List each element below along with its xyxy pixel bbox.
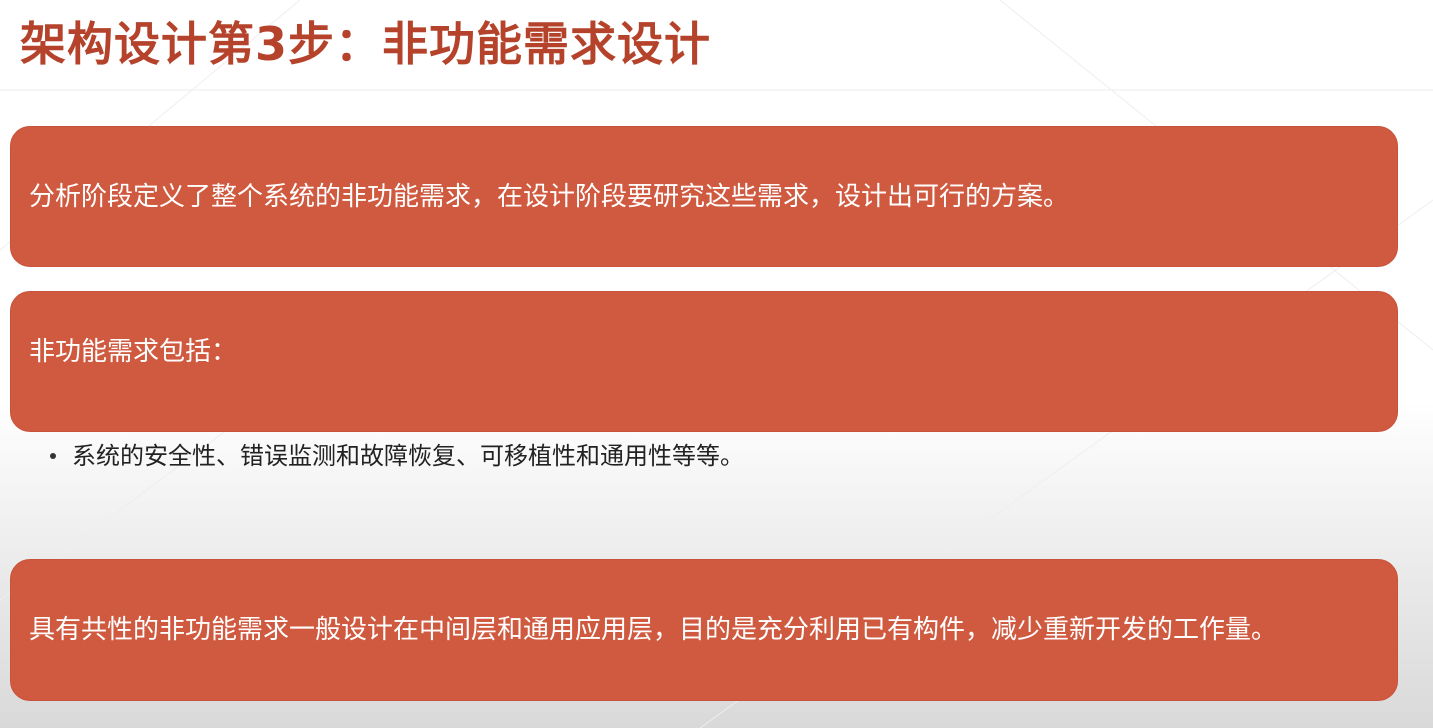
description-text: 分析阶段定义了整个系统的非功能需求，在设计阶段要研究这些需求，设计出可行的方案。 — [29, 181, 1070, 212]
slide-title: 架构设计第3步：非功能需求设计 — [20, 17, 712, 71]
design-note-text: 具有共性的非功能需求一般设计在中间层和通用应用层，目的是充分利用已有构件，减少重… — [29, 615, 1278, 645]
bullet-icon — [50, 453, 56, 459]
requirements-bullet-item: 系统的安全性、错误监测和故障恢复、可移植性和通用性等等。 — [50, 438, 744, 474]
requirements-bullet-text: 系统的安全性、错误监测和故障恢复、可移植性和通用性等等。 — [72, 442, 744, 470]
requirements-header-box: 非功能需求包括： — [10, 291, 1398, 432]
requirements-header-text: 非功能需求包括： — [29, 336, 238, 367]
design-note-box: 具有共性的非功能需求一般设计在中间层和通用应用层，目的是充分利用已有构件，减少重… — [10, 559, 1398, 701]
description-box: 分析阶段定义了整个系统的非功能需求，在设计阶段要研究这些需求，设计出可行的方案。 — [10, 126, 1398, 267]
